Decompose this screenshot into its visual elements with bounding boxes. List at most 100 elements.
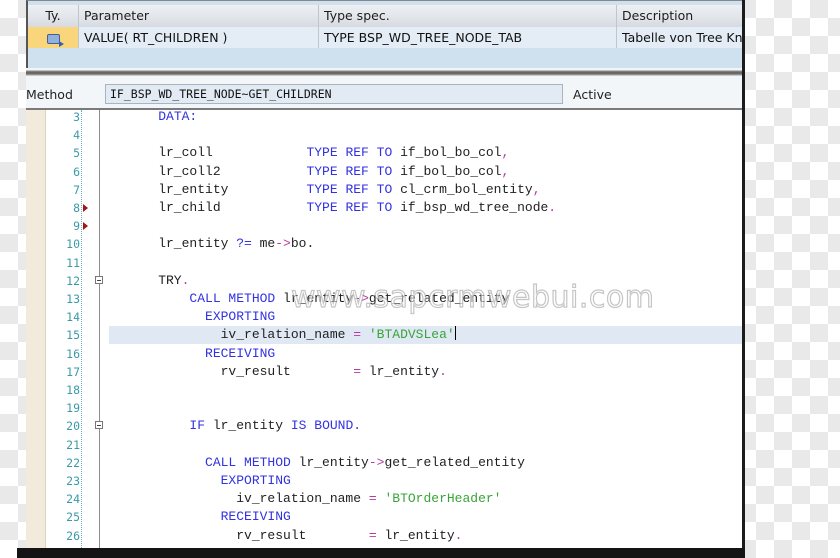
collapse-block-icon[interactable] <box>95 421 103 430</box>
window-bottom-border <box>17 548 745 558</box>
code-token: cl_crm_bol_entity <box>392 181 533 197</box>
keyword-token: . <box>353 418 362 434</box>
code-token: iv_relation_name <box>127 491 369 507</box>
keyword-token: EXPORTING <box>205 309 276 325</box>
operator-token: . <box>181 272 190 288</box>
code-line[interactable]: 25 RECEIVING <box>26 508 742 526</box>
code-text[interactable]: lr_child TYPE REF TO if_bsp_wd_tree_node… <box>127 199 556 217</box>
code-line[interactable]: 6 lr_coll2 TYPE REF TO if_bol_bo_col, <box>26 163 742 181</box>
column-header-type[interactable]: Ty. <box>28 5 78 27</box>
line-number: 21 <box>66 437 80 452</box>
line-number: 7 <box>73 182 80 197</box>
operator-token: . <box>548 200 557 215</box>
code-editor[interactable]: 3 DATA: 4 5 lr_coll TYPE REF TO if_bol_bo_… <box>26 110 742 548</box>
line-number: 25 <box>66 510 80 525</box>
code-line[interactable]: 4 <box>26 126 742 144</box>
code-text[interactable]: lr_coll2 TYPE REF TO if_bol_bo_col, <box>127 163 509 181</box>
code-text[interactable]: EXPORTING <box>127 308 275 326</box>
code-token: lr_entity <box>290 454 369 470</box>
line-number: 14 <box>66 310 80 325</box>
code-token: lr_child <box>127 200 307 215</box>
keyword-token: ?= <box>236 236 252 252</box>
parameter-description-cell[interactable]: Tabelle von Tree Knot <box>616 27 742 48</box>
code-token: lr_coll <box>127 145 307 161</box>
code-token: if_bol_bo_col <box>392 163 502 179</box>
code-token: lr_entity <box>275 291 354 306</box>
code-text[interactable]: RECEIVING <box>127 508 291 526</box>
line-number: 19 <box>66 401 80 416</box>
code-text[interactable]: lr_entity ?= me->bo. <box>127 235 314 253</box>
code-line[interactable]: 22 CALL METHOD lr_entity->get_related_en… <box>26 454 742 472</box>
code-text[interactable]: TRY. <box>127 272 189 290</box>
parameter-type-spec-cell[interactable]: TYPE BSP_WD_TREE_NODE_TAB <box>318 27 616 48</box>
code-line[interactable]: 17 rv_result = lr_entity. <box>26 363 742 381</box>
code-text[interactable]: CALL METHOD lr_entity->get_related_entit… <box>127 290 509 308</box>
splitter-bar[interactable] <box>26 68 742 76</box>
code-line[interactable]: 16 RECEIVING <box>26 345 742 363</box>
keyword-token: CALL METHOD <box>189 291 276 306</box>
code-text[interactable]: IF lr_entity IS BOUND. <box>127 417 361 435</box>
parameter-type-cell[interactable] <box>28 27 78 48</box>
method-name-field[interactable]: IF_BSP_WD_TREE_NODE~GET_CHILDREN <box>105 84 563 104</box>
line-number: 6 <box>73 164 80 179</box>
line-number: 3 <box>73 110 80 124</box>
breakpoint-marker-icon[interactable] <box>83 222 88 231</box>
code-text[interactable]: RECEIVING <box>127 345 275 363</box>
code-token: rv_result <box>127 363 354 379</box>
code-text[interactable]: iv_relation_name = 'BTOrderHeader' <box>127 490 501 508</box>
column-header-type-spec[interactable]: Type spec. <box>318 5 616 27</box>
collapse-block-icon[interactable] <box>95 275 103 284</box>
operator-token: , <box>501 163 510 179</box>
code-line[interactable]: 10 lr_entity ?= me->bo. <box>26 235 742 253</box>
code-token: lr_entity <box>205 418 291 434</box>
code-line[interactable]: 9 <box>26 217 742 235</box>
table-row[interactable]: VALUE( RT_CHILDREN ) TYPE BSP_WD_TREE_NO… <box>28 27 742 48</box>
code-token: lr_entity <box>361 363 440 379</box>
code-text[interactable]: rv_result = lr_entity. <box>127 363 447 381</box>
line-number: 22 <box>66 455 80 470</box>
parameter-table-header: Ty. Parameter Type spec. Description <box>28 5 742 27</box>
column-header-description[interactable]: Description <box>616 5 742 27</box>
code-line[interactable]: 26 rv_result = lr_entity. <box>26 527 742 545</box>
code-line[interactable]: 13 CALL METHOD lr_entity->get_related_en… <box>26 290 742 308</box>
parameter-name-cell[interactable]: VALUE( RT_CHILDREN ) <box>78 27 318 48</box>
code-line[interactable]: 11 <box>26 254 742 272</box>
code-text[interactable]: rv_result = lr_entity. <box>127 527 462 545</box>
line-number: 24 <box>66 492 80 507</box>
keyword-token: IF <box>189 418 206 434</box>
code-token: if_bol_bo_col <box>392 145 502 161</box>
keyword-token: IS BOUND <box>290 418 354 434</box>
code-text[interactable]: lr_entity TYPE REF TO cl_crm_bol_entity, <box>127 181 540 199</box>
code-token: me <box>251 236 276 252</box>
parameter-table: Ty. Parameter Type spec. Description VAL… <box>26 0 742 68</box>
code-line[interactable]: 14 EXPORTING <box>26 308 742 326</box>
code-line[interactable]: 23 EXPORTING <box>26 472 742 490</box>
operator-token: -> <box>353 291 369 306</box>
code-line[interactable]: 20 IF lr_entity IS BOUND. <box>26 417 742 435</box>
code-line[interactable]: 5 lr_coll TYPE REF TO if_bol_bo_col, <box>26 144 742 162</box>
code-line[interactable]: 24 iv_relation_name = 'BTOrderHeader' <box>26 490 742 508</box>
operator-token: -> <box>368 454 385 470</box>
code-line[interactable]: 7 lr_entity TYPE REF TO cl_crm_bol_entit… <box>26 181 742 199</box>
operator-token: = <box>353 363 362 379</box>
code-line[interactable]: 19 <box>26 399 742 417</box>
code-line[interactable]: 15 iv_relation_name = 'BTADVSLea' <box>26 326 742 345</box>
column-header-parameter[interactable]: Parameter <box>78 5 318 27</box>
code-text[interactable]: lr_coll TYPE REF TO if_bol_bo_col, <box>127 144 509 162</box>
code-text[interactable]: DATA: <box>127 110 197 126</box>
code-text[interactable]: iv_relation_name = 'BTADVSLea' <box>127 326 456 344</box>
code-line[interactable]: 8 lr_child TYPE REF TO if_bsp_wd_tree_no… <box>26 199 742 217</box>
abap-editor-window: Ty. Parameter Type spec. Description VAL… <box>26 0 745 548</box>
code-line[interactable]: 12 TRY. <box>26 272 742 290</box>
code-line[interactable]: 3 DATA: <box>26 110 742 126</box>
code-text[interactable]: CALL METHOD lr_entity->get_related_entit… <box>127 454 525 472</box>
string-token: 'BTADVSLea' <box>368 327 455 343</box>
code-line[interactable]: 21 <box>26 436 742 454</box>
code-text[interactable]: EXPORTING <box>127 472 291 490</box>
code-line[interactable]: 18 <box>26 381 742 399</box>
keyword-token: TYPE REF TO <box>306 181 393 197</box>
breakpoint-marker-icon[interactable] <box>83 204 88 212</box>
text-cursor <box>454 326 456 341</box>
